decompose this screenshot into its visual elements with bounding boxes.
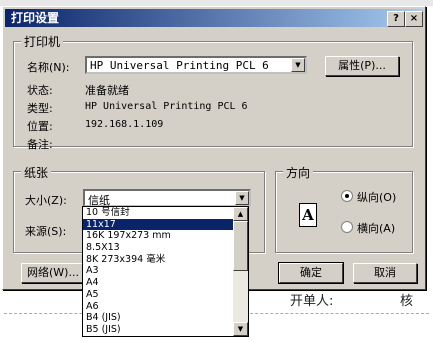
help-icon[interactable]: ? [387, 11, 405, 27]
portrait-label[interactable]: 纵向(O) [357, 189, 396, 205]
portrait-page-icon: A [299, 203, 317, 227]
paper-size-option[interactable]: 10 号信封 [83, 207, 233, 219]
paper-size-option[interactable]: B5 (JIS) [83, 324, 233, 336]
chevron-down-icon[interactable]: ▼ [291, 58, 305, 72]
paper-source-label: 来源(S): [25, 225, 67, 238]
dropdown-scrollbar[interactable]: ▲ ▼ [233, 207, 248, 336]
paper-size-option[interactable]: 8.5X13 [83, 242, 233, 254]
printer-name-value: HP Universal Printing PCL 6 [90, 59, 269, 72]
portrait-radio[interactable] [341, 190, 353, 202]
title-bar[interactable]: 打印设置 ? × [5, 9, 423, 27]
scroll-up-icon[interactable]: ▲ [233, 207, 248, 221]
document-text: 开单人: [290, 294, 334, 309]
paper-size-dropdown[interactable]: 10 号信封 11x17 16K 197x273 mm 8.5X13 8K 27… [82, 206, 249, 337]
dialog-title: 打印设置 [11, 11, 60, 25]
landscape-label[interactable]: 横向(A) [357, 220, 395, 236]
close-icon[interactable]: × [405, 11, 423, 27]
scrollbar-thumb[interactable] [233, 221, 248, 271]
paper-size-option[interactable]: A3 [83, 265, 233, 277]
paper-size-option[interactable]: 8K 273x394 毫米 [83, 254, 233, 266]
printer-name-label: 名称(N): [27, 61, 70, 74]
location-label: 位置: [27, 120, 53, 133]
paper-size-option[interactable]: A6 [83, 301, 233, 313]
landscape-radio[interactable] [341, 221, 353, 233]
printer-group-label: 打印机 [21, 33, 64, 50]
location-value: 192.168.1.109 [85, 119, 164, 130]
printer-name-select[interactable]: HP Universal Printing PCL 6 ▼ [85, 56, 307, 74]
ok-button[interactable]: 确定 [278, 262, 344, 284]
paper-size-option[interactable]: A5 [83, 289, 233, 301]
paper-group-label: 纸张 [21, 164, 52, 181]
properties-button[interactable]: 属性(P)... [325, 56, 399, 76]
orientation-group [275, 171, 413, 253]
scroll-down-icon[interactable]: ▼ [233, 322, 248, 336]
paper-size-option[interactable]: B4 (JIS) [83, 312, 233, 324]
document-text: 核 [400, 294, 414, 309]
status-label: 状态: [27, 84, 53, 97]
status-value: 准备就绪 [85, 84, 129, 97]
paper-size-option[interactable]: A4 [83, 277, 233, 289]
type-value: HP Universal Printing PCL 6 [85, 101, 248, 112]
paper-size-option[interactable]: 16K 197x273 mm [83, 230, 233, 242]
cancel-button[interactable]: 取消 [353, 263, 417, 283]
chevron-down-icon[interactable]: ▼ [235, 191, 249, 205]
paper-size-option-selected[interactable]: 11x17 [83, 218, 233, 231]
paper-size-options: 10 号信封 11x17 16K 197x273 mm 8.5X13 8K 27… [83, 207, 233, 336]
paper-size-select[interactable]: 信纸 ▼ [83, 189, 251, 207]
type-label: 类型: [27, 102, 53, 115]
paper-size-label: 大小(Z): [25, 194, 67, 207]
orientation-group-label: 方向 [283, 164, 314, 181]
network-button[interactable]: 网络(W)... [21, 263, 85, 283]
comment-label: 备注: [27, 138, 53, 151]
